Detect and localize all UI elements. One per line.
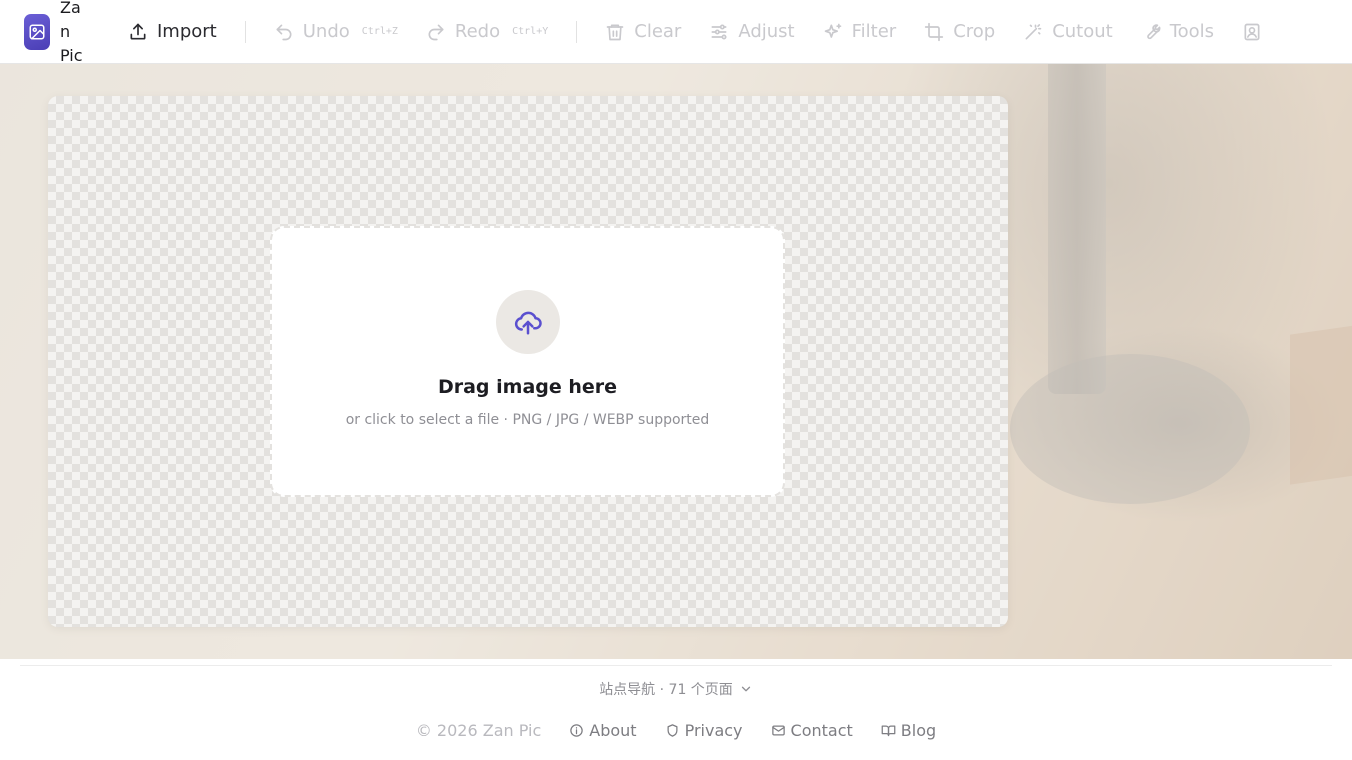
copyright: © 2026 Zan Pic: [415, 721, 542, 740]
privacy-link[interactable]: Privacy: [665, 721, 743, 740]
about-link[interactable]: About: [569, 721, 637, 740]
filter-label: Filter: [851, 21, 897, 42]
upload-icon: [130, 23, 146, 40]
cutout-button[interactable]: Cutout: [1009, 12, 1127, 52]
contact-link[interactable]: Contact: [771, 721, 853, 740]
crop-label: Crop: [953, 21, 996, 42]
brand[interactable]: Zan Pic: [24, 0, 90, 68]
sparkles-icon: [824, 23, 841, 38]
about-label: About: [589, 721, 637, 740]
portrait-button[interactable]: [1228, 12, 1262, 52]
portrait-icon: [1244, 23, 1260, 40]
trash-icon: [606, 24, 624, 40]
sliders-icon: [711, 24, 727, 39]
blog-label: Blog: [900, 721, 937, 740]
info-icon: [570, 724, 584, 737]
shield-icon: [667, 724, 678, 737]
site-nav-label: 站点导航 · 71 个页面: [599, 682, 733, 698]
redo-label: Redo: [454, 21, 501, 42]
footer-divider: [20, 665, 1332, 666]
contact-label: Contact: [790, 721, 853, 740]
toolbar-divider: [576, 20, 578, 43]
wrench-icon: [1146, 23, 1161, 39]
transparent-canvas: Drag image here or click to select a fil…: [48, 96, 1008, 627]
tools-label: Tools: [1169, 21, 1215, 42]
redo-shortcut: Ctrl+Y: [512, 26, 549, 37]
book-icon: [881, 725, 896, 737]
crop-button[interactable]: Crop: [910, 12, 1009, 52]
mail-icon: [771, 725, 785, 736]
undo-label: Undo: [302, 21, 350, 42]
cutout-label: Cutout: [1052, 21, 1113, 42]
import-button[interactable]: Import: [114, 12, 231, 52]
toolbar-divider: [244, 20, 246, 43]
cloud-upload-icon: [514, 311, 542, 335]
privacy-label: Privacy: [684, 721, 743, 740]
footer-links: © 2026 Zan Pic About Privacy Contact Blo…: [0, 721, 1352, 740]
magic-wand-icon: [1025, 23, 1042, 40]
redo-button[interactable]: Redo Ctrl+Y: [412, 12, 562, 52]
filter-button[interactable]: Filter: [809, 12, 911, 52]
adjust-label: Adjust: [738, 21, 795, 42]
import-label: Import: [157, 21, 217, 42]
undo-shortcut: Ctrl+Z: [361, 26, 398, 37]
site-nav-toggle[interactable]: 站点导航 · 71 个页面: [0, 679, 1352, 699]
undo-icon: [276, 24, 292, 40]
upload-badge: [495, 290, 560, 354]
chevron-down-icon: [741, 686, 750, 692]
crop-icon: [925, 22, 944, 41]
clear-label: Clear: [634, 21, 682, 42]
blog-link[interactable]: Blog: [881, 721, 936, 740]
app-name: Zan Pic: [60, 0, 83, 65]
adjust-button[interactable]: Adjust: [695, 12, 808, 52]
dropzone-title: Drag image here: [437, 376, 618, 398]
app-logo-icon: [24, 13, 50, 50]
clear-button[interactable]: Clear: [591, 12, 695, 52]
undo-button[interactable]: Undo Ctrl+Z: [260, 12, 412, 52]
dropzone-subtitle: or click to select a file · PNG / JPG / …: [345, 412, 710, 428]
redo-icon: [428, 24, 444, 40]
tools-button[interactable]: Tools: [1127, 12, 1228, 52]
toolbar: Zan Pic Import Undo Ctrl+Z Redo Ctrl+Y C…: [0, 0, 1352, 65]
image-dropzone[interactable]: Drag image here or click to select a fil…: [270, 226, 785, 497]
footer: 站点导航 · 71 个页面 © 2026 Zan Pic About Priva…: [0, 659, 1352, 760]
workspace: Drag image here or click to select a fil…: [0, 64, 1352, 659]
